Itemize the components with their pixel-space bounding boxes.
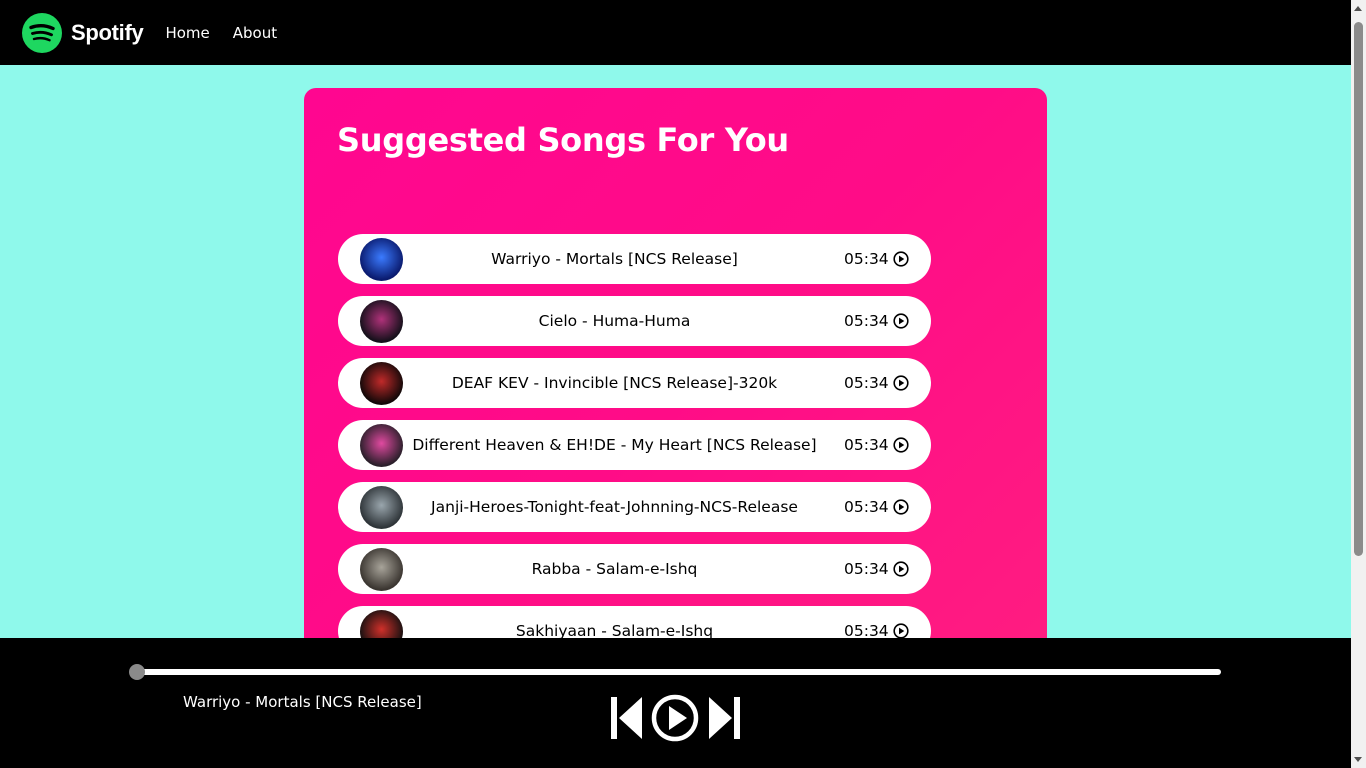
song-cover-image	[360, 300, 403, 343]
progress-bar[interactable]	[137, 669, 1221, 675]
next-track-icon[interactable]	[708, 696, 741, 740]
song-name: DEAF KEV - Invincible [NCS Release]-320k	[451, 374, 778, 392]
song-duration: 05:34	[844, 312, 889, 330]
scroll-down-icon[interactable]	[1354, 757, 1362, 762]
song-duration: 05:34	[844, 250, 889, 268]
song-duration: 05:34	[844, 436, 889, 454]
panel-title: Suggested Songs For You	[337, 121, 789, 159]
play-button-icon[interactable]	[651, 694, 699, 742]
play-circle-icon[interactable]	[893, 499, 909, 515]
spotify-logo-icon	[22, 12, 62, 53]
song-duration: 05:34	[844, 560, 889, 578]
navbar: Spotify Home About	[0, 0, 1351, 65]
song-duration: 05:34	[844, 498, 889, 516]
play-circle-icon[interactable]	[893, 375, 909, 391]
song-cover-image	[360, 362, 403, 405]
song-cover-image	[360, 424, 403, 467]
nav-home-link[interactable]: Home	[165, 24, 209, 42]
song-item[interactable]: Rabba - Salam-e-Ishq 05:34	[338, 544, 931, 594]
progress-knob[interactable]	[129, 664, 145, 680]
song-name: Cielo - Huma-Huma	[538, 312, 691, 330]
song-item[interactable]: Cielo - Huma-Huma 05:34	[338, 296, 931, 346]
page-scrollbar[interactable]	[1351, 0, 1366, 768]
now-playing-title: Warriyo - Mortals [NCS Release]	[183, 693, 422, 711]
play-circle-icon[interactable]	[893, 561, 909, 577]
play-circle-icon[interactable]	[893, 313, 909, 329]
song-item[interactable]: Janji-Heroes-Tonight-feat-Johnning-NCS-R…	[338, 482, 931, 532]
song-name: Rabba - Salam-e-Ishq	[531, 560, 698, 578]
scroll-up-icon[interactable]	[1354, 6, 1362, 11]
suggested-songs-panel: Suggested Songs For You Warriyo - Mortal…	[304, 88, 1047, 708]
song-name: Warriyo - Mortals [NCS Release]	[491, 250, 738, 268]
song-item[interactable]: Warriyo - Mortals [NCS Release] 05:34	[338, 234, 931, 284]
song-duration: 05:34	[844, 374, 889, 392]
player-bar: Warriyo - Mortals [NCS Release]	[0, 638, 1351, 768]
scrollbar-thumb[interactable]	[1354, 22, 1363, 556]
song-item[interactable]: DEAF KEV - Invincible [NCS Release]-320k…	[338, 358, 931, 408]
nav-about-link[interactable]: About	[233, 24, 277, 42]
song-cover-image	[360, 548, 403, 591]
play-circle-icon[interactable]	[893, 623, 909, 639]
song-name: Janji-Heroes-Tonight-feat-Johnning-NCS-R…	[431, 498, 798, 516]
previous-track-icon[interactable]	[610, 696, 643, 740]
logo-text: Spotify	[71, 19, 144, 45]
song-name: Different Heaven & EH!DE - My Heart [NCS…	[412, 436, 817, 454]
song-cover-image	[360, 238, 403, 281]
play-circle-icon[interactable]	[893, 251, 909, 267]
play-circle-icon[interactable]	[893, 437, 909, 453]
song-item[interactable]: Different Heaven & EH!DE - My Heart [NCS…	[338, 420, 931, 470]
spotify-logo[interactable]: Spotify	[22, 12, 144, 53]
song-cover-image	[360, 486, 403, 529]
song-list: Warriyo - Mortals [NCS Release] 05:34 Ciel…	[338, 234, 931, 668]
